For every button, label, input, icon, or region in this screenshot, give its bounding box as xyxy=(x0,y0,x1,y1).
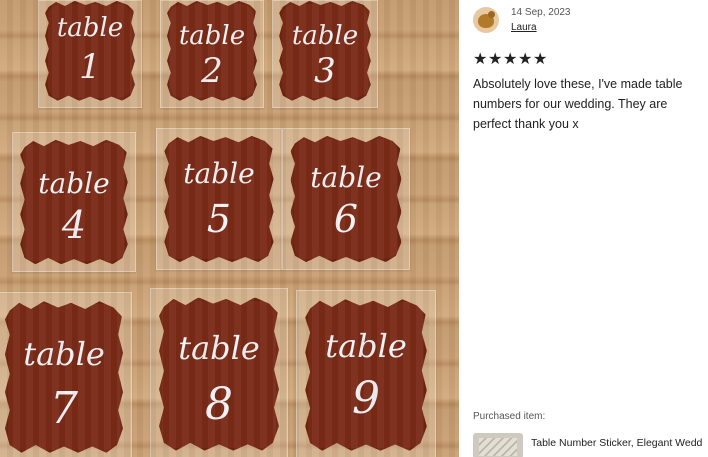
table-card-4: table 4 xyxy=(12,132,136,272)
table-card-2: table 2 xyxy=(160,0,264,108)
star-icon: ★ xyxy=(503,51,518,68)
table-card-1: table 1 xyxy=(38,0,142,108)
table-number-6: 6 xyxy=(333,197,359,241)
review-photo[interactable]: table 1 table 2 table 3 table 4 table 5 … xyxy=(0,0,459,457)
table-number-8: 8 xyxy=(205,379,233,430)
table-number-9: 9 xyxy=(352,373,380,424)
star-icon: ★ xyxy=(473,51,488,68)
table-number-4: 4 xyxy=(61,203,87,247)
table-word-8: table xyxy=(178,329,260,367)
review-date: 14 Sep, 2023 xyxy=(511,7,571,18)
table-word-6: table xyxy=(310,161,382,194)
purchased-item-label: Purchased item: xyxy=(473,411,546,422)
table-word-1: table xyxy=(56,13,124,43)
review-panel: 14 Sep, 2023 Laura ★★★★★ Absolutely love… xyxy=(459,0,708,457)
reviewer-avatar-icon[interactable] xyxy=(473,7,499,33)
table-word-4: table xyxy=(38,167,110,200)
avatar-ear xyxy=(488,11,495,18)
table-number-7: 7 xyxy=(50,383,78,434)
purchased-item-link[interactable]: Table Number Sticker, Elegant Wedd xyxy=(531,437,707,449)
star-rating: ★★★★★ xyxy=(473,52,548,68)
star-icon: ★ xyxy=(488,51,503,68)
table-card-5: table 5 xyxy=(156,128,282,270)
review-text: Absolutely love these, I've made table n… xyxy=(473,77,683,131)
table-card-9: table 9 xyxy=(296,290,436,457)
table-card-3: table 3 xyxy=(272,0,378,108)
star-icon: ★ xyxy=(533,51,548,68)
table-number-3: 3 xyxy=(314,51,336,91)
star-icon: ★ xyxy=(518,51,533,68)
table-word-7: table xyxy=(23,335,105,373)
table-word-5: table xyxy=(183,157,255,190)
table-number-1: 1 xyxy=(79,47,101,87)
table-card-7: table 7 xyxy=(0,292,132,457)
table-card-8: table 8 xyxy=(150,288,288,457)
table-number-2: 2 xyxy=(201,51,223,91)
table-card-6: table 6 xyxy=(282,128,410,270)
table-word-2: table xyxy=(178,21,246,51)
table-word-9: table xyxy=(325,327,407,365)
purchased-item-thumbnail[interactable] xyxy=(473,433,523,457)
reviewer-name-link[interactable]: Laura xyxy=(511,22,537,33)
table-number-5: 5 xyxy=(206,197,232,241)
table-word-3: table xyxy=(291,21,359,51)
